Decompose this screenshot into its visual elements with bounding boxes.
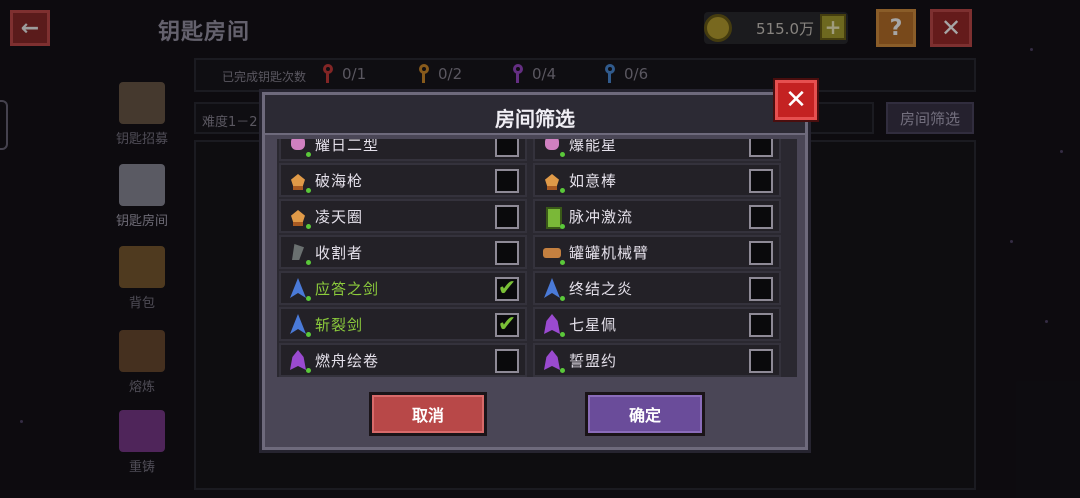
weapon-filter-item[interactable]: 燃舟绘卷 (279, 343, 527, 377)
status-dot-icon (560, 224, 565, 229)
weapon-purple-icon (287, 348, 311, 373)
filter-row: 应答之剑 ✔ 终结之炎 (277, 271, 797, 305)
weapon-filter-item[interactable]: 凌天圈 (279, 199, 527, 233)
weapon-purple-icon (541, 312, 565, 337)
weapon-name: 应答之剑 (315, 279, 380, 298)
confirm-button[interactable]: 确定 (585, 392, 705, 436)
checkbox[interactable] (495, 205, 519, 229)
weapon-green-icon (541, 204, 565, 229)
weapon-creature-icon (287, 168, 311, 193)
checkbox[interactable] (495, 169, 519, 193)
weapon-name: 斩裂剑 (315, 315, 364, 334)
weapon-filter-item[interactable]: 应答之剑 ✔ (279, 271, 527, 305)
checkbox[interactable] (749, 205, 773, 229)
filter-row: 耀日二型 爆能星 (277, 139, 797, 161)
status-dot-icon (306, 224, 311, 229)
weapon-filter-item[interactable]: 破海枪 (279, 163, 527, 197)
weapon-creature-icon (287, 204, 311, 229)
weapon-filter-item[interactable]: 罐罐机械臂 (533, 235, 781, 269)
status-dot-icon (560, 188, 565, 193)
weapon-name: 爆能星 (569, 139, 618, 154)
checkbox[interactable] (495, 139, 519, 157)
checkbox[interactable] (749, 313, 773, 337)
checkbox[interactable] (749, 277, 773, 301)
checkbox[interactable] (749, 169, 773, 193)
status-dot-icon (306, 332, 311, 337)
checked-checkbox[interactable]: ✔ (495, 313, 519, 337)
weapon-bunny-icon (541, 139, 565, 157)
weapon-filter-item[interactable]: 收割者 (279, 235, 527, 269)
weapon-scythe-icon (287, 240, 311, 265)
weapon-creature-icon (541, 168, 565, 193)
status-dot-icon (560, 152, 565, 157)
checkbox[interactable] (749, 349, 773, 373)
weapon-name: 凌天圈 (315, 207, 364, 226)
weapon-purple-icon (541, 348, 565, 373)
weapon-filter-item[interactable]: 脉冲激流 (533, 199, 781, 233)
weapon-blue-icon (287, 312, 311, 337)
room-filter-modal: 房间筛选 耀日二型 爆能星破海枪 如意棒凌天圈 脉冲激流收割者 罐罐机械臂应答之剑 ✔ 终结… (262, 92, 808, 450)
checkbox[interactable] (749, 241, 773, 265)
weapon-blue-icon (287, 276, 311, 301)
status-dot-icon (306, 152, 311, 157)
status-dot-icon (306, 260, 311, 265)
modal-header: 房间筛选 (265, 95, 805, 135)
weapon-name: 罐罐机械臂 (569, 243, 650, 262)
weapon-name: 脉冲激流 (569, 207, 634, 226)
weapon-name: 破海枪 (315, 171, 364, 190)
weapon-filter-item[interactable]: 耀日二型 (279, 139, 527, 161)
status-dot-icon (560, 332, 565, 337)
status-dot-icon (560, 368, 565, 373)
checkmark-icon: ✔ (497, 312, 517, 337)
weapon-filter-list[interactable]: 耀日二型 爆能星破海枪 如意棒凌天圈 脉冲激流收割者 罐罐机械臂应答之剑 ✔ 终结之炎斩裂剑… (277, 139, 797, 377)
weapon-filter-item[interactable]: 终结之炎 (533, 271, 781, 305)
weapon-name: 燃舟绘卷 (315, 351, 380, 370)
weapon-bunny-icon (287, 139, 311, 157)
weapon-filter-item[interactable]: 斩裂剑 ✔ (279, 307, 527, 341)
close-modal-button[interactable]: ✕ (775, 80, 817, 120)
status-dot-icon (560, 296, 565, 301)
checkmark-icon: ✔ (497, 276, 517, 301)
cancel-button[interactable]: 取消 (369, 392, 487, 436)
filter-row: 斩裂剑 ✔ 七星佩 (277, 307, 797, 341)
weapon-blue-icon (541, 276, 565, 301)
weapon-name: 终结之炎 (569, 279, 634, 298)
list-scrollbar[interactable] (791, 139, 797, 377)
close-icon: ✕ (785, 85, 807, 115)
checkbox[interactable] (749, 139, 773, 157)
weapon-filter-item[interactable]: 如意棒 (533, 163, 781, 197)
weapon-filter-item[interactable]: 七星佩 (533, 307, 781, 341)
filter-row: 破海枪 如意棒 (277, 163, 797, 197)
status-dot-icon (306, 296, 311, 301)
filter-row: 凌天圈 脉冲激流 (277, 199, 797, 233)
status-dot-icon (306, 188, 311, 193)
status-dot-icon (560, 260, 565, 265)
status-dot-icon (306, 368, 311, 373)
weapon-filter-item[interactable]: 誓盟约 (533, 343, 781, 377)
weapon-name: 耀日二型 (315, 139, 380, 154)
weapon-name: 如意棒 (569, 171, 618, 190)
checked-checkbox[interactable]: ✔ (495, 277, 519, 301)
weapon-name: 誓盟约 (569, 351, 618, 370)
weapon-name: 七星佩 (569, 315, 618, 334)
filter-row: 收割者 罐罐机械臂 (277, 235, 797, 269)
modal-title: 房间筛选 (495, 107, 575, 131)
weapon-filter-item[interactable]: 爆能星 (533, 139, 781, 161)
filter-row: 燃舟绘卷 誓盟约 (277, 343, 797, 377)
checkbox[interactable] (495, 241, 519, 265)
checkbox[interactable] (495, 349, 519, 373)
weapon-mech-icon (541, 240, 565, 265)
weapon-name: 收割者 (315, 243, 364, 262)
